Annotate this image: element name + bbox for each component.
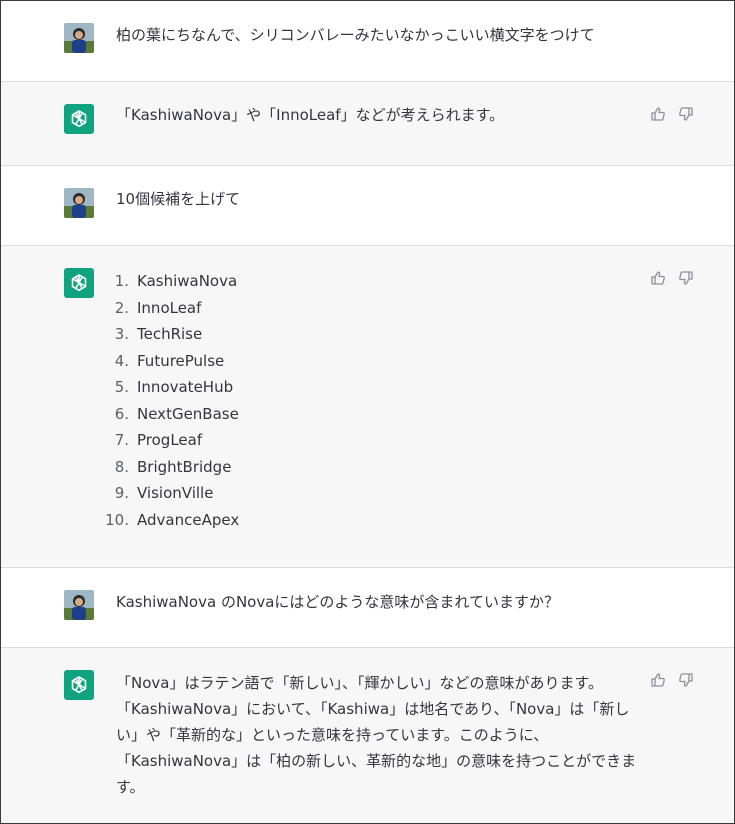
list-item-text: AdvanceApex bbox=[137, 510, 240, 529]
message-text: 「Nova」はラテン語で「新しい」、「輝かしい」などの意味があります。 「Kas… bbox=[116, 674, 637, 796]
openai-logo-icon bbox=[64, 268, 94, 298]
user-message: 柏の葉にちなんで、シリコンバレーみたいなかっこいい横文字をつけて bbox=[1, 1, 734, 82]
list-item-text: ProgLeaf bbox=[137, 431, 203, 449]
list-item-text: KashiwaNova bbox=[137, 272, 238, 290]
list-item-text: FuturePulse bbox=[137, 351, 225, 370]
thumbs-down-icon[interactable] bbox=[678, 270, 694, 286]
list-item: 4. FuturePulse bbox=[101, 348, 239, 375]
assistant-message: 1. KashiwaNova 2. InnoLeaf 3. TechRise 4. Fu… bbox=[1, 246, 734, 568]
user-avatar bbox=[64, 188, 94, 218]
list-item: 10. AdvanceApex bbox=[101, 507, 239, 534]
user-avatar bbox=[64, 590, 94, 620]
user-message: KashiwaNova のNovaにはどのような意味が含まれていますか？ bbox=[1, 568, 734, 648]
list-item-text: InnoLeaf bbox=[137, 298, 202, 317]
openai-logo-icon bbox=[64, 104, 94, 134]
list-item: 7. ProgLeaf bbox=[101, 427, 239, 454]
assistant-message: 「KashiwaNova」や「InnoLeaf」などが考えられます。 bbox=[1, 82, 734, 166]
openai-logo-icon bbox=[64, 670, 94, 700]
list-item-text: VisionVille bbox=[137, 484, 214, 502]
assistant-message: 「Nova」はラテン語で「新しい」、「輝かしい」などの意味があります。 「Kas… bbox=[1, 648, 734, 823]
list-item-text: InnovateHub bbox=[137, 378, 234, 396]
message-text: 「KashiwaNova」や「InnoLeaf」などが考えられます。 bbox=[116, 106, 505, 124]
list-number: 4. bbox=[114, 351, 129, 370]
list-number: 5. bbox=[114, 378, 129, 396]
list-item: 5. InnovateHub bbox=[101, 374, 239, 401]
list-number: 3. bbox=[114, 325, 129, 343]
feedback-buttons bbox=[650, 106, 694, 122]
thumbs-up-icon[interactable] bbox=[650, 672, 666, 688]
list-item-text: BrightBridge bbox=[137, 457, 232, 476]
list-item: 3. TechRise bbox=[101, 321, 239, 348]
message-text: KashiwaNova のNovaにはどのような意味が含まれていますか？ bbox=[116, 593, 559, 611]
list-item: 9. VisionVille bbox=[101, 480, 239, 507]
list-number: 7. bbox=[114, 431, 129, 449]
thumbs-down-icon[interactable] bbox=[678, 672, 694, 688]
list-item: 6. NextGenBase bbox=[101, 401, 239, 428]
list-item: 1. KashiwaNova bbox=[101, 268, 239, 295]
list-number: 6. bbox=[114, 404, 129, 423]
candidate-list: 1. KashiwaNova 2. InnoLeaf 3. TechRise 4. Fu… bbox=[101, 268, 239, 533]
user-avatar bbox=[64, 23, 94, 53]
list-item-text: TechRise bbox=[137, 325, 203, 343]
list-item: 2. InnoLeaf bbox=[101, 295, 239, 322]
list-number: 9. bbox=[114, 484, 129, 502]
message-text: 柏の葉にちなんで、シリコンバレーみたいなかっこいい横文字をつけて bbox=[116, 26, 595, 44]
feedback-buttons bbox=[650, 270, 694, 286]
list-number: 10. bbox=[105, 510, 129, 529]
thumbs-up-icon[interactable] bbox=[650, 106, 666, 122]
chat-transcript: 柏の葉にちなんで、シリコンバレーみたいなかっこいい横文字をつけて 「Kashiw… bbox=[0, 0, 735, 824]
user-message: 10個候補を上げて bbox=[1, 166, 734, 246]
list-item-text: NextGenBase bbox=[137, 404, 239, 423]
list-number: 1. bbox=[114, 272, 129, 290]
list-item: 8. BrightBridge bbox=[101, 454, 239, 481]
list-number: 2. bbox=[114, 298, 129, 317]
list-number: 8. bbox=[114, 457, 129, 476]
message-text: 10個候補を上げて bbox=[116, 190, 241, 208]
feedback-buttons bbox=[650, 672, 694, 688]
thumbs-down-icon[interactable] bbox=[678, 106, 694, 122]
thumbs-up-icon[interactable] bbox=[650, 270, 666, 286]
